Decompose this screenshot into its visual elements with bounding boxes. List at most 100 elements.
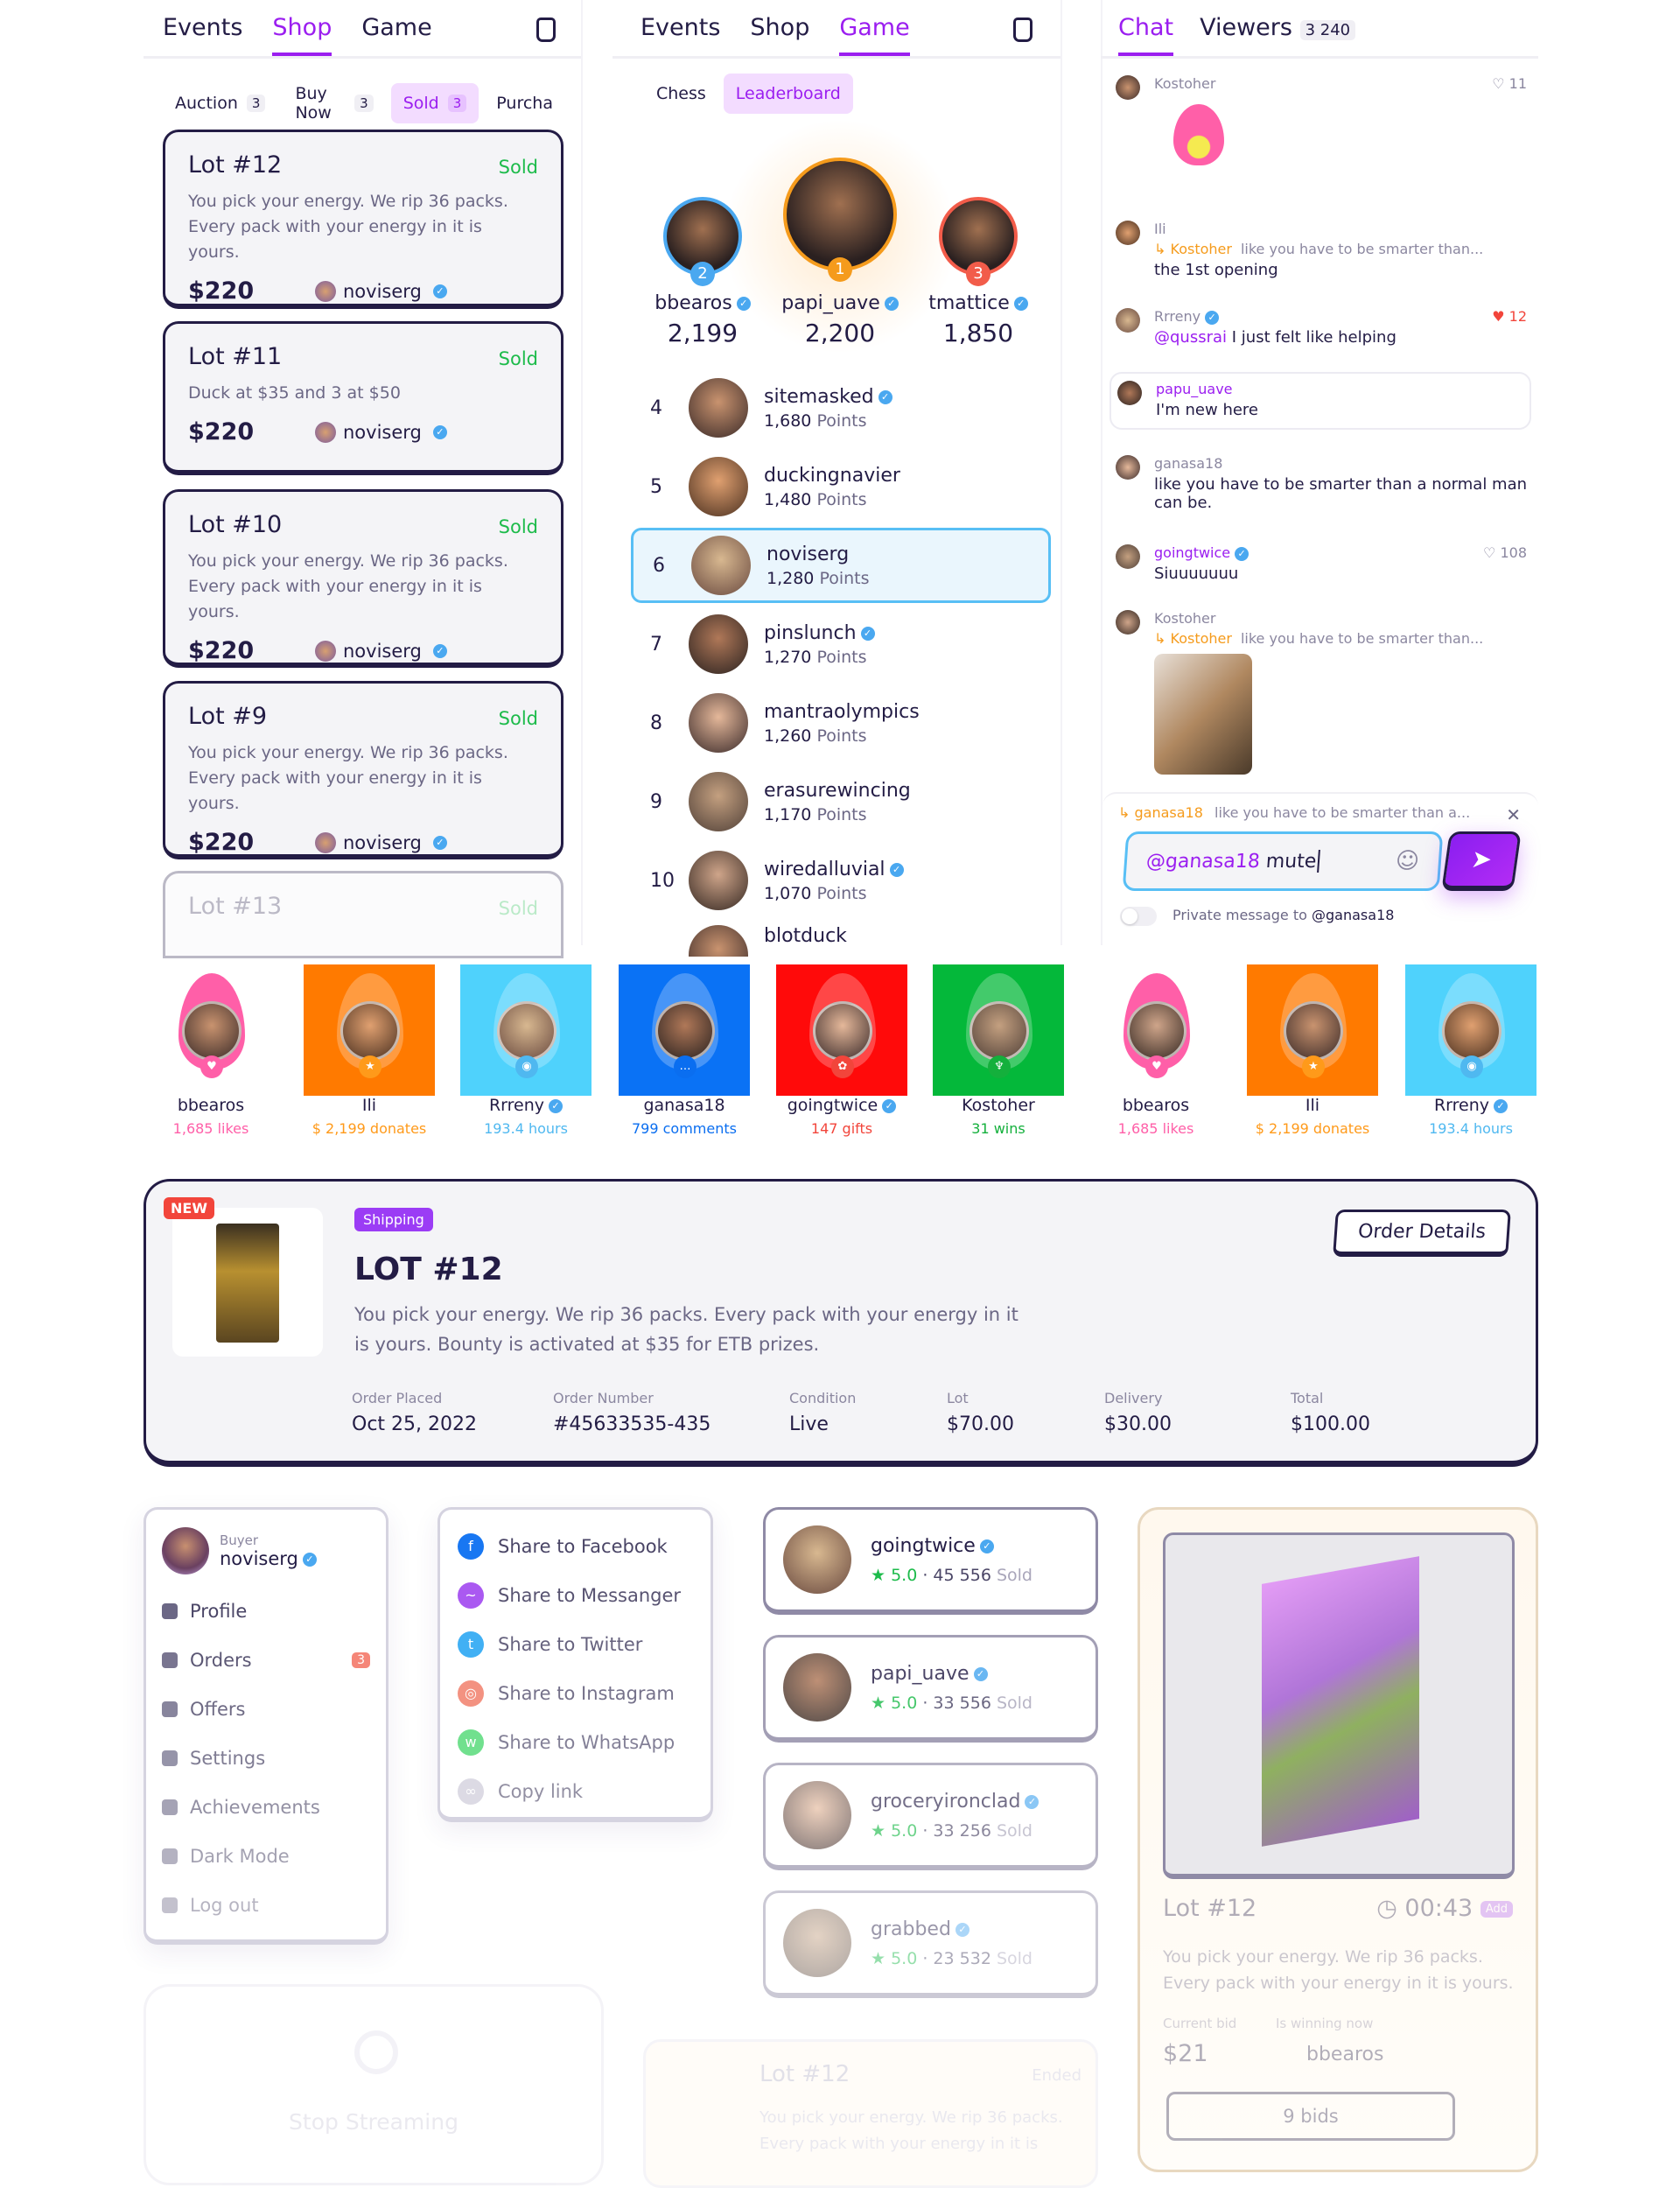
lot-card[interactable]: Lot #10 Sold You pick your energy. We rip … bbox=[163, 489, 564, 668]
share-item[interactable]: w Share to WhatsApp bbox=[458, 1718, 693, 1767]
menu-item-settings[interactable]: Settings bbox=[162, 1734, 370, 1783]
seller-card[interactable]: goingtwice ✓ ★ 5.0 · 45 556 Sold bbox=[763, 1507, 1098, 1615]
send-icon: ➤ bbox=[1469, 845, 1494, 873]
menu-item-achievements[interactable]: Achievements bbox=[162, 1783, 370, 1832]
bids-button[interactable]: 9 bids bbox=[1166, 2092, 1455, 2141]
player-points: 1,260 Points bbox=[764, 726, 920, 746]
leaderboard-row[interactable]: 9 erasurewincing 1,170 Points bbox=[631, 764, 1051, 839]
row-info: blotduck bbox=[764, 925, 847, 947]
tab-game[interactable]: Game bbox=[361, 14, 431, 41]
stop-streaming-button[interactable]: Stop Streaming bbox=[146, 2109, 601, 2135]
lot-description: You pick your energy. We rip 36 packs. E… bbox=[188, 192, 508, 262]
subtab-purcha[interactable]: Purcha bbox=[484, 83, 565, 123]
shopping-bag-icon[interactable] bbox=[1013, 18, 1032, 42]
podium-name-text: papi_uave bbox=[781, 292, 880, 314]
emoji-icon[interactable]: ☺ bbox=[1395, 848, 1420, 874]
leaderboard-row[interactable]: 4 sitemasked ✓ 1,680 Points bbox=[631, 370, 1051, 445]
menu-item-orders[interactable]: Orders 3 bbox=[162, 1636, 370, 1685]
streamer-tile[interactable]: ◉ bbox=[460, 964, 592, 1096]
leaderboard-row[interactable]: 10 wiredalluvial ✓ 1,070 Points bbox=[631, 843, 1051, 918]
seller-info: groceryironclad ✓ ★ 5.0 · 33 256 Sold bbox=[871, 1791, 1040, 1841]
seller-card[interactable]: papi_uave ✓ ★ 5.0 · 33 556 Sold bbox=[763, 1635, 1098, 1743]
leaderboard-row[interactable]: 8 mantraolympics 1,260 Points bbox=[631, 685, 1051, 761]
avatar bbox=[1116, 455, 1140, 480]
order-meta-item: Lot $70.00 bbox=[947, 1390, 1014, 1435]
share-item[interactable]: t Share to Twitter bbox=[458, 1620, 693, 1669]
input-mention: @ganasa18 bbox=[1145, 850, 1261, 873]
lot-card[interactable]: Lot #12 Sold You pick your energy. We rip … bbox=[163, 130, 564, 309]
subtab-sold[interactable]: Sold 3 bbox=[390, 83, 480, 123]
reply-text: like you have to be smarter than... bbox=[1240, 241, 1484, 257]
subtab-leaderboard[interactable]: Leaderboard bbox=[723, 74, 853, 114]
close-icon[interactable]: ✕ bbox=[1506, 804, 1521, 825]
send-button[interactable]: ➤ bbox=[1441, 831, 1522, 891]
streamer-avatar bbox=[813, 1001, 872, 1061]
seller-card[interactable]: groceryironclad ✓ ★ 5.0 · 33 256 Sold bbox=[763, 1763, 1098, 1870]
subtab-chess[interactable]: Chess bbox=[644, 74, 718, 114]
like-count[interactable]: ♥ 12 bbox=[1492, 308, 1527, 325]
add-button[interactable]: Add bbox=[1480, 1901, 1513, 1918]
streamer-tile[interactable]: ♆ bbox=[933, 964, 1064, 1096]
menu-item-log-out[interactable]: Log out bbox=[162, 1881, 370, 1930]
tab-events[interactable]: Events bbox=[640, 14, 720, 41]
like-count[interactable]: ♡ 11 bbox=[1492, 75, 1527, 92]
private-text: Private message to bbox=[1172, 907, 1307, 923]
lot-card[interactable]: Lot #11 Sold Duck at $35 and 3 at $50 $220 n… bbox=[163, 321, 564, 475]
tab-game[interactable]: Game bbox=[839, 14, 911, 57]
subtab-label: Buy Now bbox=[295, 84, 332, 123]
order-meta-item: Condition Live bbox=[789, 1390, 856, 1435]
streamer-tile[interactable]: ★ bbox=[304, 964, 435, 1096]
share-item[interactable]: ~ Share to Messanger bbox=[458, 1571, 693, 1620]
input-value: mute bbox=[1264, 850, 1318, 873]
lot-card[interactable]: Lot #9 Sold You pick your energy. We rip 3… bbox=[163, 681, 564, 859]
streamer-tile[interactable]: ♥ bbox=[1090, 964, 1222, 1096]
menu-item-offers[interactable]: Offers bbox=[162, 1685, 370, 1734]
badge-icon: ♥ bbox=[200, 1055, 223, 1078]
shop-tabs: Events Shop Game bbox=[163, 14, 432, 57]
rank: 5 bbox=[650, 475, 662, 498]
like-count[interactable]: ♡ 108 bbox=[1483, 544, 1527, 561]
tab-events[interactable]: Events bbox=[163, 14, 242, 41]
share-item[interactable]: ∞ Copy link bbox=[458, 1767, 693, 1816]
private-toggle[interactable] bbox=[1120, 907, 1157, 926]
menu-item-dark-mode[interactable]: Dark Mode bbox=[162, 1832, 370, 1881]
share-item[interactable]: f Share to Facebook bbox=[458, 1522, 693, 1571]
tab-viewers[interactable]: Viewers 3 240 bbox=[1200, 14, 1356, 41]
share-item[interactable]: ◎ Share to Instagram bbox=[458, 1669, 693, 1718]
seller-rating: ★ 5.0 · 33 556 Sold bbox=[871, 1693, 1032, 1713]
streamer-tile[interactable]: … bbox=[619, 964, 750, 1096]
streamer-tile[interactable]: ♥ bbox=[145, 964, 276, 1096]
podium-avatar[interactable] bbox=[783, 158, 897, 271]
menu-item-profile[interactable]: Profile bbox=[162, 1587, 370, 1636]
leaderboard-row[interactable]: blotduck bbox=[631, 922, 1051, 957]
tab-shop[interactable]: Shop bbox=[272, 14, 332, 57]
tab-chat[interactable]: Chat bbox=[1118, 14, 1174, 57]
subtab-buy-now[interactable]: Buy Now 3 bbox=[283, 74, 385, 133]
message-input[interactable]: @ganasa18 mute ☺ bbox=[1122, 831, 1444, 891]
chat-message: ganasa18 like you have to be smarter than… bbox=[1116, 455, 1527, 512]
shopping-bag-icon[interactable] bbox=[536, 18, 556, 42]
streamer-tile[interactable]: ★ bbox=[1247, 964, 1378, 1096]
meta-label: Lot bbox=[947, 1390, 969, 1406]
viewers-count: 3 240 bbox=[1299, 20, 1356, 40]
message-body: papu_uave I'm new here bbox=[1156, 381, 1523, 419]
streamer-tile[interactable]: ◉ bbox=[1405, 964, 1536, 1096]
leaderboard-row[interactable]: 5 duckingnavier 1,480 Points bbox=[631, 449, 1051, 524]
message-user: Ili bbox=[1154, 221, 1527, 237]
chat-message: Rrreny ✓ @qussrai I just felt like helping… bbox=[1116, 308, 1527, 347]
leaderboard-row[interactable]: 7 pinslunch ✓ 1,270 Points bbox=[631, 607, 1051, 682]
player-points: 1,270 Points bbox=[764, 648, 875, 667]
tab-shop[interactable]: Shop bbox=[750, 14, 809, 41]
streamer-tile[interactable]: ✿ bbox=[776, 964, 907, 1096]
auction-timer: ◷ 00:43 Add bbox=[1376, 1895, 1513, 1922]
seller-card[interactable]: grabbed ✓ ★ 5.0 · 23 532 Sold bbox=[763, 1890, 1098, 1998]
podium-name: tmattice ✓ bbox=[900, 292, 1057, 314]
sold-label: Sold bbox=[996, 1948, 1032, 1968]
game-subtabs: Chess Leaderboard bbox=[644, 74, 853, 114]
order-details-button[interactable]: Order Details bbox=[1333, 1210, 1511, 1257]
rating-value: 5.0 bbox=[891, 1820, 918, 1841]
lot-card[interactable]: Lot #13 Sold bbox=[163, 871, 564, 958]
timer-text: 00:43 bbox=[1404, 1895, 1474, 1922]
subtab-auction[interactable]: Auction 3 bbox=[163, 83, 277, 123]
leaderboard-row[interactable]: 6 noviserg 1,280 Points bbox=[631, 528, 1051, 603]
